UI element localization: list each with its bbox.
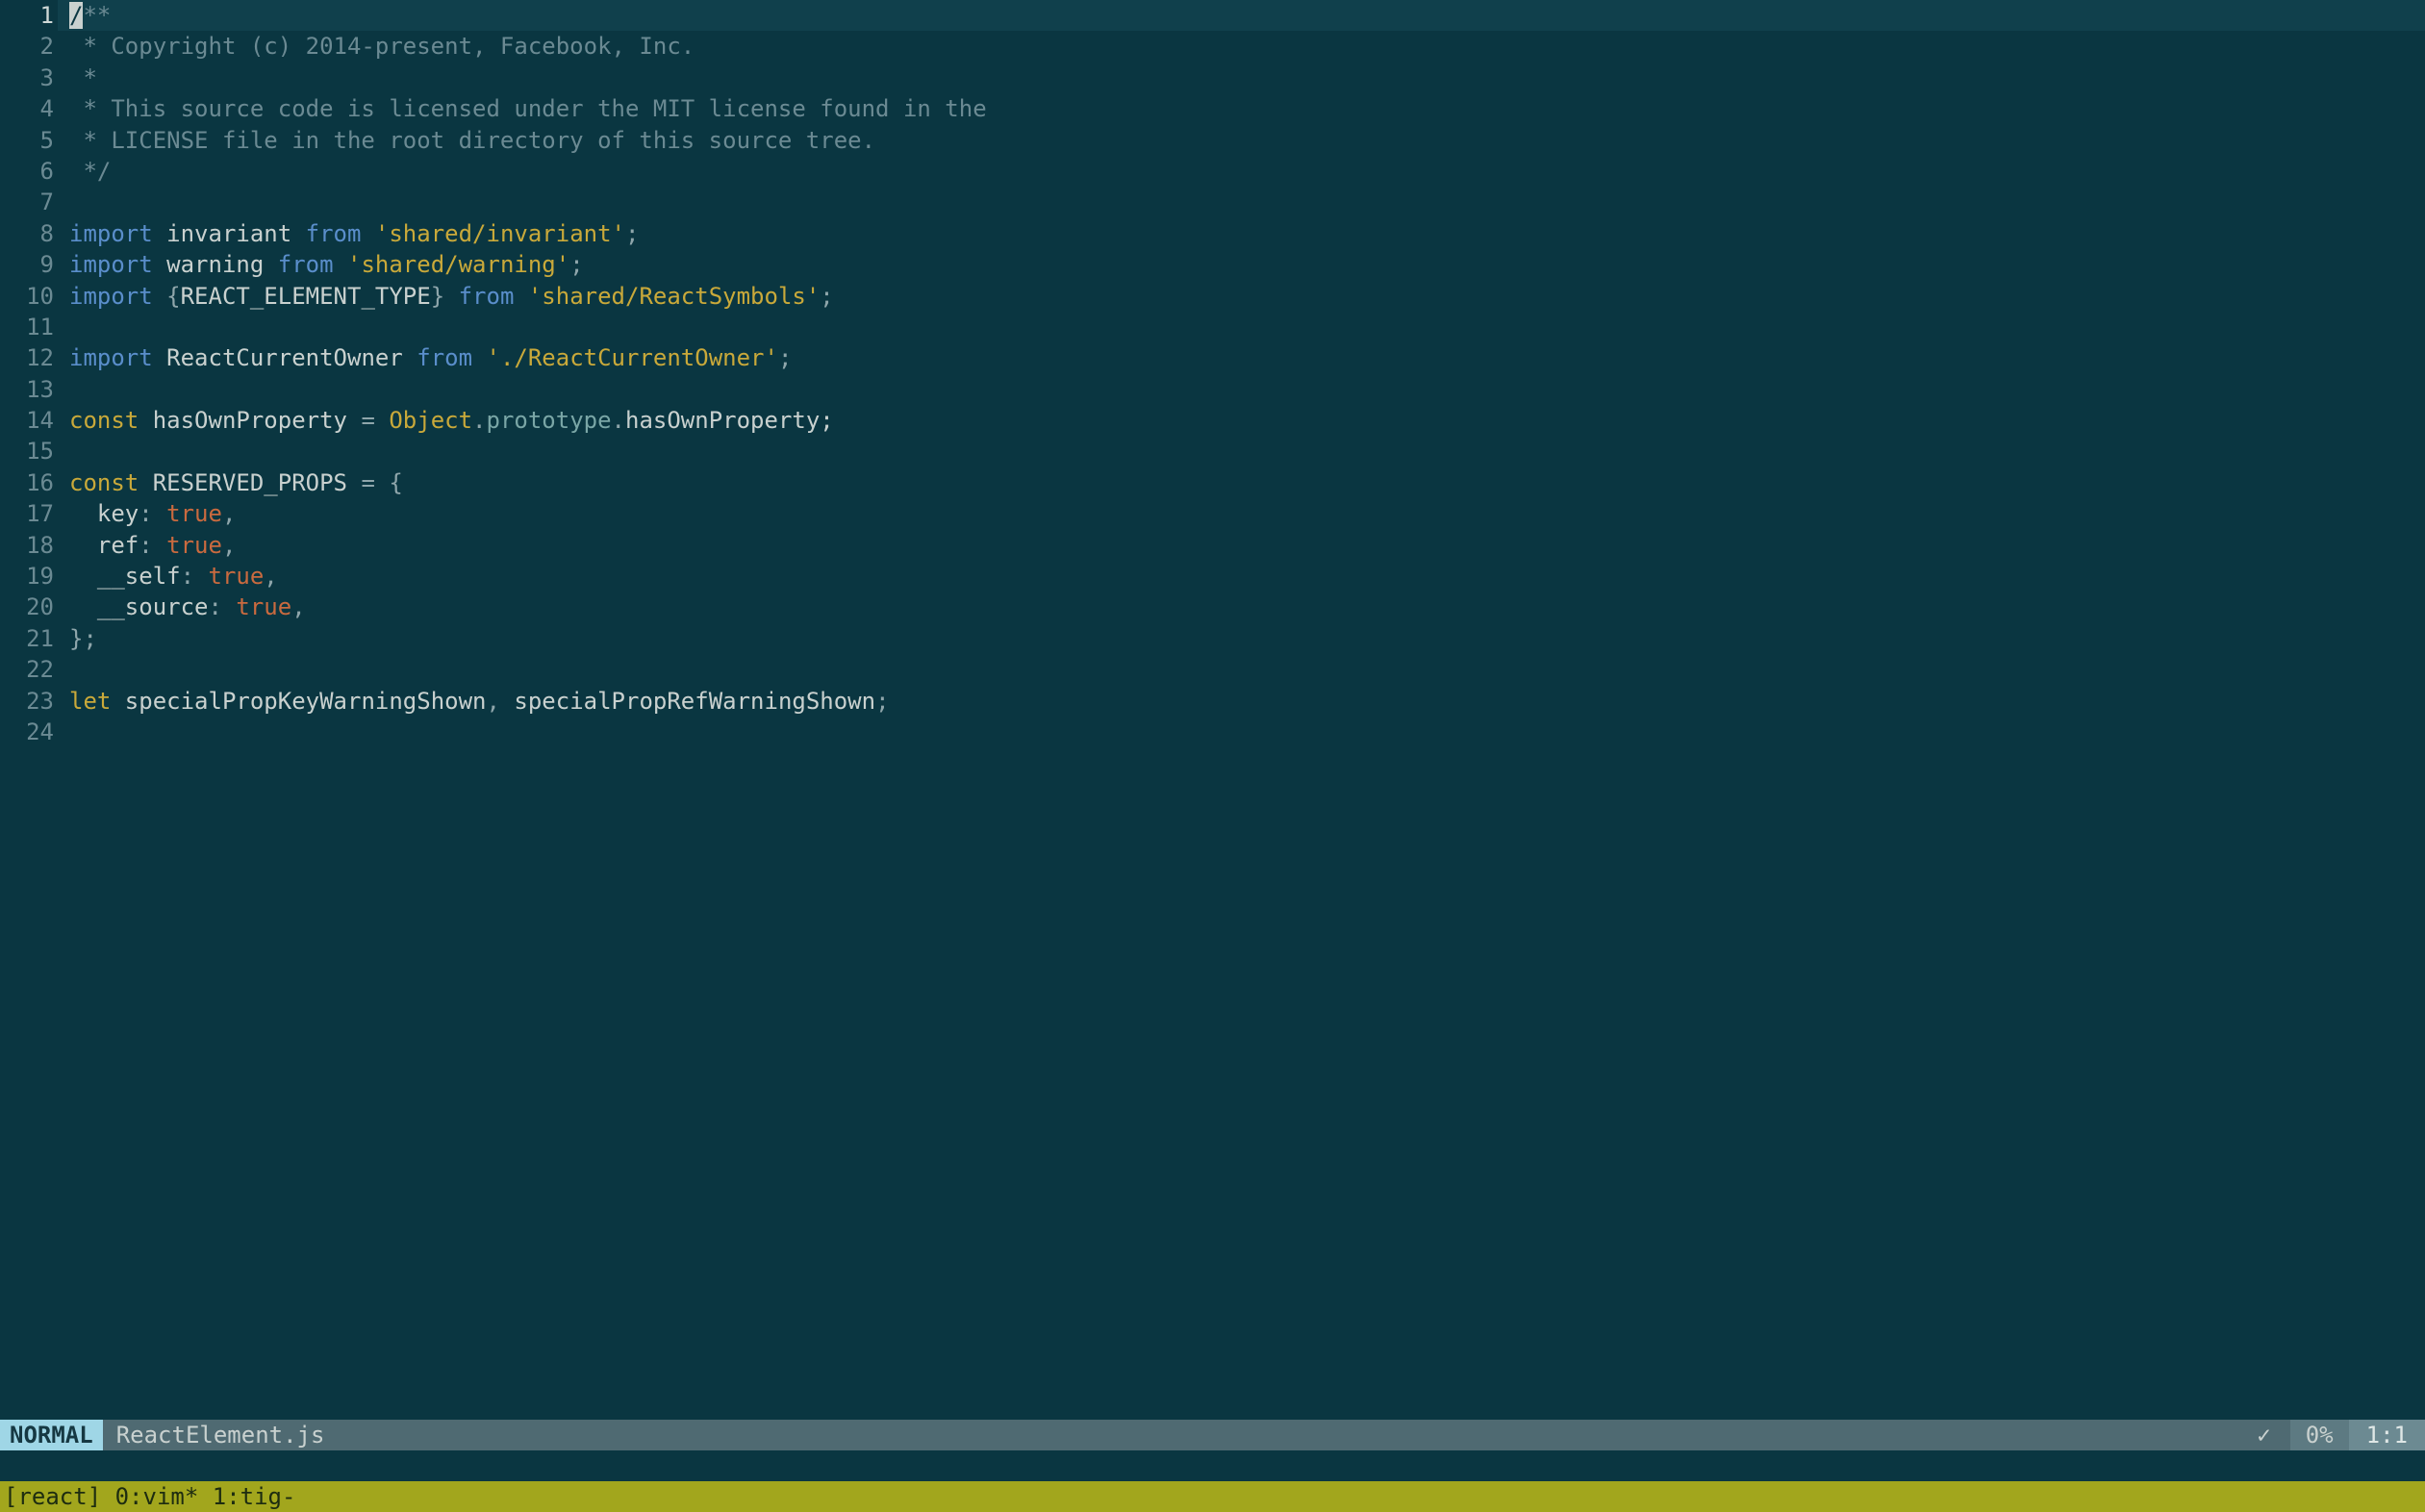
line-number: 2 [0, 31, 54, 62]
vim-command-line[interactable] [0, 1450, 2425, 1481]
code-line[interactable]: ref: true, [69, 530, 2425, 561]
line-number: 10 [0, 281, 54, 312]
code-line[interactable] [69, 717, 2425, 747]
code-line[interactable]: import {REACT_ELEMENT_TYPE} from 'shared… [69, 281, 2425, 312]
line-number: 11 [0, 312, 54, 342]
tmux-window-list: 0:vim* 1:tig- [115, 1481, 296, 1512]
code-line[interactable]: const RESERVED_PROPS = { [69, 467, 2425, 498]
filename-indicator: ReactElement.js [103, 1420, 339, 1450]
code-line[interactable]: import invariant from 'shared/invariant'… [69, 218, 2425, 249]
code-line[interactable]: let specialPropKeyWarningShown, specialP… [69, 686, 2425, 717]
line-number: 15 [0, 436, 54, 466]
line-number: 19 [0, 561, 54, 592]
code-line[interactable]: import ReactCurrentOwner from './ReactCu… [69, 342, 2425, 373]
line-number: 4 [0, 93, 54, 124]
code-area[interactable]: /** * Copyright (c) 2014-present, Facebo… [58, 0, 2425, 1420]
code-line[interactable]: const hasOwnProperty = Object.prototype.… [69, 405, 2425, 436]
line-number: 3 [0, 63, 54, 93]
code-line[interactable] [69, 374, 2425, 405]
line-number: 18 [0, 530, 54, 561]
code-line[interactable]: * Copyright (c) 2014-present, Facebook, … [69, 31, 2425, 62]
mode-indicator: NORMAL [0, 1420, 103, 1450]
line-number: 5 [0, 125, 54, 156]
code-line[interactable] [69, 187, 2425, 217]
code-line[interactable]: * [69, 63, 2425, 93]
line-number: 1 [0, 0, 54, 31]
code-line[interactable]: * LICENSE file in the root directory of … [69, 125, 2425, 156]
code-line[interactable] [69, 312, 2425, 342]
code-line[interactable]: /** [58, 0, 2425, 31]
vim-statusline: NORMAL ReactElement.js ✓ 0% 1:1 [0, 1420, 2425, 1450]
line-number: 6 [0, 156, 54, 187]
line-number: 8 [0, 218, 54, 249]
scroll-percent-indicator: 0% [2290, 1420, 2349, 1450]
code-line[interactable]: }; [69, 623, 2425, 654]
code-line[interactable]: key: true, [69, 498, 2425, 529]
code-line[interactable]: * This source code is licensed under the… [69, 93, 2425, 124]
line-number: 12 [0, 342, 54, 373]
code-line[interactable]: */ [69, 156, 2425, 187]
line-number-gutter: 123456789101112131415161718192021222324 [0, 0, 58, 1420]
line-number: 7 [0, 187, 54, 217]
code-line[interactable]: __self: true, [69, 561, 2425, 592]
cursor-position-indicator: 1:1 [2349, 1420, 2425, 1450]
code-line[interactable] [69, 436, 2425, 466]
buffer-area[interactable]: 123456789101112131415161718192021222324 … [0, 0, 2425, 1420]
line-number: 17 [0, 498, 54, 529]
lint-status-icon: ✓ [2237, 1420, 2289, 1450]
line-number: 16 [0, 467, 54, 498]
line-number: 23 [0, 686, 54, 717]
line-number: 13 [0, 374, 54, 405]
tmux-session-name: [react] [4, 1481, 101, 1512]
tmux-statusline: [react] 0:vim* 1:tig- [0, 1481, 2425, 1512]
line-number: 9 [0, 249, 54, 280]
code-line[interactable]: __source: true, [69, 592, 2425, 622]
line-number: 24 [0, 717, 54, 747]
line-number: 22 [0, 654, 54, 685]
line-number: 21 [0, 623, 54, 654]
code-line[interactable]: import warning from 'shared/warning'; [69, 249, 2425, 280]
vim-editor[interactable]: 123456789101112131415161718192021222324 … [0, 0, 2425, 1512]
line-number: 20 [0, 592, 54, 622]
code-line[interactable] [69, 654, 2425, 685]
line-number: 14 [0, 405, 54, 436]
